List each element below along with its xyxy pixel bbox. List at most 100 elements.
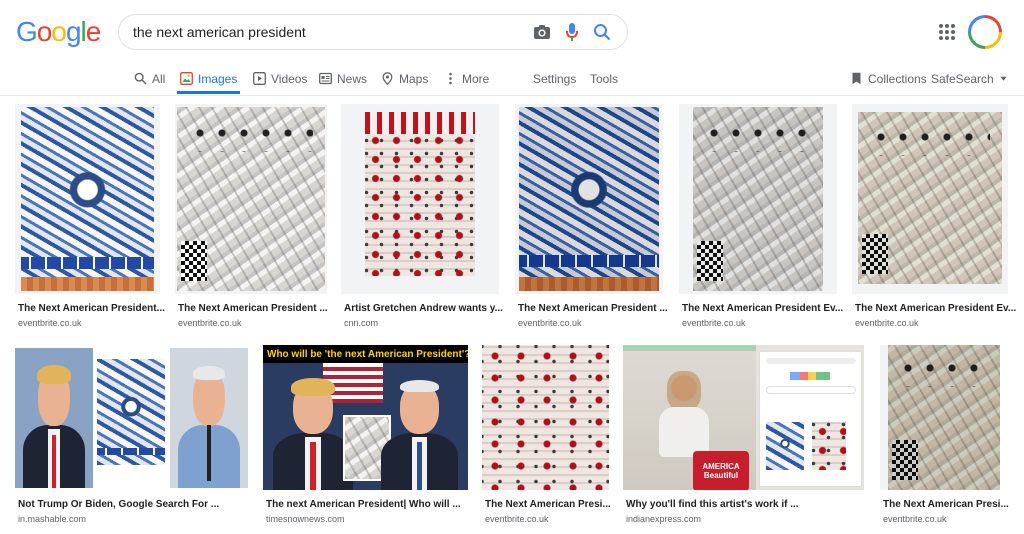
- header-divider: [0, 95, 1024, 96]
- caret-down-icon: [1000, 76, 1007, 81]
- tab-all-label: All: [152, 71, 166, 86]
- collage-artwork: [888, 345, 1000, 490]
- pillow-text: AMERICA Beautiful: [702, 462, 740, 480]
- image-result[interactable]: The Next American President Ev... eventb…: [679, 104, 843, 329]
- image-thumbnail: [515, 104, 663, 294]
- image-result[interactable]: AMERICA Beautiful Why you'll find this a…: [623, 345, 864, 525]
- image-thumbnail: [679, 104, 837, 294]
- image-result[interactable]: Artist Gretchen Andrew wants y... cnn.co…: [341, 104, 503, 329]
- safesearch-dropdown[interactable]: SafeSearch: [928, 62, 1011, 95]
- map-pin-icon: [382, 72, 393, 85]
- image-icon: [180, 72, 193, 85]
- collage-artwork: [482, 345, 609, 490]
- floor-strip: [519, 277, 659, 291]
- image-thumbnail: [482, 345, 609, 490]
- news-icon: [319, 72, 332, 85]
- ornament-row: [703, 121, 813, 152]
- search-icon: [134, 72, 147, 85]
- result-title: The Next American President...: [18, 303, 165, 314]
- result-title: Artist Gretchen Andrew wants y...: [344, 303, 503, 314]
- result-title: The Next American President ...: [518, 303, 668, 314]
- ornament-row: [869, 125, 991, 156]
- collections-label: Collections: [868, 71, 927, 86]
- bookmark-icon: [852, 72, 861, 85]
- phone-screenshot: [759, 351, 862, 487]
- image-thumbnail: [15, 345, 248, 490]
- logo-letter: o: [51, 16, 67, 47]
- floor-strip: [21, 277, 154, 291]
- image-result[interactable]: The Next American President ... eventbri…: [515, 104, 668, 329]
- apps-icon[interactable]: [937, 22, 957, 42]
- photo-person-right: [170, 348, 248, 488]
- image-thumbnail: [341, 104, 499, 294]
- result-title: The Next American President Ev...: [855, 303, 1017, 314]
- result-title: Why you'll find this artist's work if ..…: [626, 499, 799, 510]
- ornament-row: [188, 121, 314, 152]
- logo-letter: g: [65, 16, 82, 47]
- photo-person-right: [371, 363, 468, 490]
- result-source: eventbrite.co.uk: [18, 318, 82, 328]
- image-thumbnail: [880, 345, 1000, 490]
- image-result[interactable]: The Next American President Ev... eventb…: [852, 104, 1016, 329]
- result-source: eventbrite.co.uk: [855, 318, 919, 328]
- settings-label: Settings: [533, 71, 577, 86]
- photo-person-left: [15, 348, 93, 488]
- collage-artwork: [858, 112, 1002, 284]
- more-vert-icon: [449, 72, 452, 85]
- logo-letter: o: [36, 16, 53, 47]
- image-result[interactable]: Who will be 'the next American President…: [263, 345, 468, 525]
- tools-link[interactable]: Tools: [587, 62, 621, 95]
- google-logo[interactable]: Google: [16, 14, 101, 50]
- search-tabs: All Images Videos News Maps More Setting…: [0, 62, 1024, 95]
- headline-text: Who will be 'the next American President…: [267, 348, 468, 360]
- image-result[interactable]: The Next American President ... eventbri…: [175, 104, 328, 329]
- tab-news[interactable]: News: [316, 62, 370, 95]
- photo-artist: AMERICA Beautiful: [623, 345, 756, 490]
- collage-artwork: [693, 107, 823, 291]
- result-title: The Next American Presi...: [485, 499, 611, 510]
- tab-images[interactable]: Images: [177, 62, 241, 95]
- ornament-row: [896, 356, 992, 387]
- result-source: timesnownews.com: [266, 514, 345, 524]
- stars-band: [21, 257, 154, 269]
- result-source: in.mashable.com: [18, 514, 87, 524]
- search-input[interactable]: [133, 15, 527, 49]
- settings-link[interactable]: Settings: [530, 62, 579, 95]
- result-source: eventbrite.co.uk: [485, 514, 549, 524]
- result-source: eventbrite.co.uk: [883, 514, 947, 524]
- camera-icon[interactable]: [527, 17, 557, 47]
- result-source: cnn.com: [344, 318, 379, 328]
- tab-videos[interactable]: Videos: [250, 62, 310, 95]
- checkerboard-pattern: [181, 241, 207, 281]
- microphone-icon[interactable]: [557, 17, 587, 47]
- image-result[interactable]: The Next American President... eventbrit…: [15, 104, 165, 329]
- collage-artwork: [365, 112, 475, 276]
- tab-more[interactable]: More: [441, 62, 492, 95]
- collage-artwork: [21, 107, 154, 291]
- image-result[interactable]: The Next American Presi... eventbrite.co…: [880, 345, 1009, 525]
- image-result[interactable]: The Next American Presi... eventbrite.co…: [482, 345, 611, 525]
- result-title: Not Trump Or Biden, Google Search For ..…: [18, 499, 220, 510]
- checkerboard-pattern: [892, 440, 918, 480]
- result-source: indianexpress.com: [626, 514, 702, 524]
- result-title: The Next American Presi...: [883, 499, 1009, 510]
- result-source: eventbrite.co.uk: [518, 318, 582, 328]
- collage-artwork: [519, 107, 659, 291]
- tab-maps[interactable]: Maps: [378, 62, 431, 95]
- tab-images-label: Images: [198, 71, 238, 86]
- search-icon[interactable]: [587, 17, 617, 47]
- tab-videos-label: Videos: [271, 71, 308, 86]
- headline-banner: Who will be 'the next American President…: [263, 345, 468, 363]
- tools-label: Tools: [590, 71, 619, 86]
- checkerboard-pattern: [697, 241, 723, 281]
- stars-band: [97, 448, 165, 455]
- tab-news-label: News: [337, 71, 368, 86]
- tab-more-label: More: [462, 71, 490, 86]
- tab-maps-label: Maps: [399, 71, 429, 86]
- account-avatar[interactable]: [968, 15, 1002, 49]
- collections-link[interactable]: Collections: [847, 62, 930, 95]
- red-white-fringe: [365, 112, 475, 134]
- safesearch-label: SafeSearch: [931, 71, 994, 86]
- image-result[interactable]: Not Trump Or Biden, Google Search For ..…: [15, 345, 248, 525]
- tab-all[interactable]: All: [131, 62, 168, 95]
